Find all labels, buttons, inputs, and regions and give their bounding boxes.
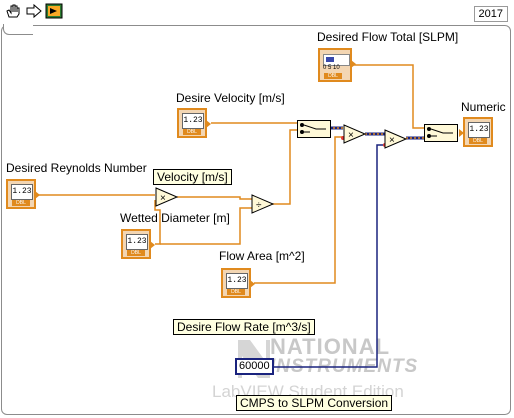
label-wetted-diameter: Wetted Diameter [m] [120,211,230,225]
constant-60000[interactable]: 60000 [235,358,274,375]
numeric-display: 1.23 [126,234,148,250]
label-cmps-to-slpm: CMPS to SLPM Conversion [236,395,393,411]
dbl-tag: DBL [183,129,201,135]
terminal-arrow [250,280,255,288]
wetted-diameter-control[interactable]: 1.23 DBL [121,229,155,259]
select-node-2[interactable] [424,124,458,142]
terminal-arrow [35,191,40,199]
numeric-display: 1.23 [11,184,33,200]
multiply-symbol: × [389,135,395,146]
desired-flow-total-control[interactable]: 0 5 10 DBL [318,48,356,82]
label-desired-reynolds: Desired Reynolds Number [6,161,147,175]
dbl-tag: DBL [324,73,342,79]
numeric-display: 1.23 [182,113,204,129]
label-velocity-free: Velocity [m/s] [153,169,232,185]
multiply-symbol: × [160,193,166,204]
terminal-arrow [150,241,155,249]
dbl-tag: DBL [469,138,487,144]
wire-mult-to-divide [177,196,252,200]
multiply-node-2[interactable]: × [343,124,367,144]
multiply-symbol: × [348,130,354,141]
divide-symbol: ÷ [256,200,262,211]
slider-ticks: 0 5 10 [323,65,340,71]
desired-reynolds-control[interactable]: 1.23 DBL [6,179,40,209]
label-numeric: Numeric [461,100,506,114]
flow-area-control[interactable]: 1.23 DBL [221,268,255,298]
label-flow-area: Flow Area [m^2] [219,249,305,263]
select-icon [300,123,326,134]
select-node-1[interactable] [297,120,331,138]
desire-velocity-control[interactable]: 1.23 DBL [177,108,211,138]
label-desire-flow-rate: Desire Flow Rate [m^3/s] [173,319,315,335]
label-desire-velocity: Desire Velocity [m/s] [176,91,285,105]
numeric-display: 1.23 [468,122,490,138]
slider-fill [326,57,334,62]
multiply-node-1[interactable]: × [155,187,179,207]
multiply-node-3[interactable]: × [384,129,408,149]
dbl-tag: DBL [227,289,245,295]
wire-divide-to-bundle [272,129,297,205]
divide-node[interactable]: ÷ [251,194,275,214]
select-icon [427,127,453,138]
label-desired-flow-total: Desired Flow Total [SLPM] [317,30,459,44]
terminal-arrow [459,129,464,137]
dbl-tag: DBL [127,250,145,256]
wire-flow-total [352,64,424,129]
numeric-indicator[interactable]: 1.23 DBL [459,117,493,147]
numeric-display: 1.23 [226,273,248,289]
terminal-arrow [206,120,211,128]
terminal-arrow [351,60,356,68]
dbl-tag: DBL [12,200,30,206]
